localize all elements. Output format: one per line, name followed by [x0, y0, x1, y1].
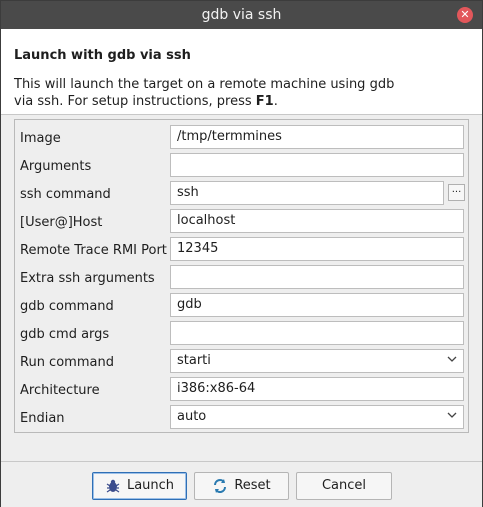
chevron-down-icon	[447, 354, 457, 364]
endian-value: auto	[177, 409, 207, 424]
gdb-args-field[interactable]	[170, 321, 464, 345]
row-rmi-port: Remote Trace RMI Port 12345	[15, 237, 468, 265]
endian-select[interactable]: auto	[170, 405, 464, 429]
description-line1: This will launch the target on a remote …	[14, 77, 395, 92]
launch-label: Launch	[126, 478, 175, 493]
row-image: Image /tmp/termmines	[15, 125, 468, 153]
ssh-command-field[interactable]: ssh	[170, 181, 444, 205]
row-gdb-command: gdb command gdb	[15, 293, 468, 321]
cancel-button[interactable]: Cancel	[296, 472, 392, 500]
row-run-command: Run command starti	[15, 349, 468, 377]
description-suffix: .	[273, 94, 278, 109]
architecture-label: Architecture	[20, 383, 100, 398]
refresh-icon	[212, 478, 228, 494]
arguments-label: Arguments	[20, 159, 92, 174]
run-command-value: starti	[177, 353, 211, 368]
row-gdb-args: gdb cmd args	[15, 321, 468, 349]
reset-button[interactable]: Reset	[194, 472, 289, 500]
image-field[interactable]: /tmp/termmines	[170, 125, 464, 149]
row-host: [User@]Host localhost	[15, 209, 468, 237]
extra-ssh-label: Extra ssh arguments	[20, 271, 155, 286]
description-line2: via ssh. For setup instructions, press	[14, 94, 256, 109]
dialog-footer: Launch Reset Cancel	[1, 461, 482, 507]
host-field[interactable]: localhost	[170, 209, 464, 233]
rmi-port-label: Remote Trace RMI Port	[20, 243, 167, 258]
cancel-label: Cancel	[321, 478, 367, 493]
row-extra-ssh: Extra ssh arguments	[15, 265, 468, 293]
arguments-field[interactable]	[170, 153, 464, 177]
image-label: Image	[20, 131, 61, 146]
browse-ssh-button[interactable]: ...	[448, 184, 465, 201]
host-label: [User@]Host	[20, 215, 103, 230]
dialog-description: This will launch the target on a remote …	[14, 76, 414, 110]
gdb-command-label: gdb command	[20, 299, 114, 314]
close-icon: ✕	[460, 8, 470, 21]
row-architecture: Architecture i386:x86-64	[15, 377, 468, 405]
close-button[interactable]: ✕	[457, 7, 473, 23]
reset-label: Reset	[234, 478, 271, 493]
row-arguments: Arguments	[15, 153, 468, 181]
launch-options-form: Image /tmp/termmines Arguments ssh comma…	[14, 119, 469, 433]
run-command-label: Run command	[20, 355, 114, 370]
window-title: gdb via ssh	[201, 7, 282, 23]
row-endian: Endian auto	[15, 405, 468, 433]
row-ssh-command: ssh command ssh ...	[15, 181, 468, 209]
chevron-down-icon	[447, 410, 457, 420]
dialog-window: gdb via ssh ✕ Launch with gdb via ssh Th…	[0, 0, 483, 507]
bug-icon	[105, 478, 121, 494]
gdb-args-label: gdb cmd args	[20, 327, 110, 342]
launch-button[interactable]: Launch	[92, 472, 187, 500]
rmi-port-field[interactable]: 12345	[170, 237, 464, 261]
title-bar: gdb via ssh ✕	[1, 1, 482, 29]
gdb-command-field[interactable]: gdb	[170, 293, 464, 317]
endian-label: Endian	[20, 411, 65, 426]
dialog-header: Launch with gdb via ssh This will launch…	[1, 29, 482, 115]
architecture-field[interactable]: i386:x86-64	[170, 377, 464, 401]
dialog-heading: Launch with gdb via ssh	[14, 48, 191, 63]
run-command-select[interactable]: starti	[170, 349, 464, 373]
help-key: F1	[255, 94, 274, 109]
extra-ssh-field[interactable]	[170, 265, 464, 289]
ssh-command-label: ssh command	[20, 187, 111, 202]
